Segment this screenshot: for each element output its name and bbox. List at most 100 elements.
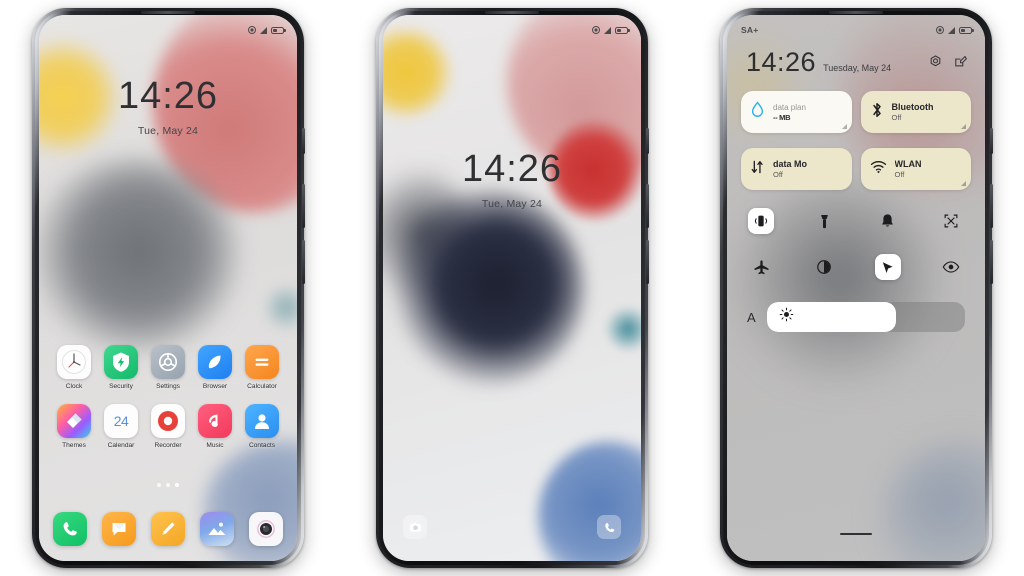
app-label: Security: [109, 383, 133, 390]
phone3-button-volume-up[interactable]: [990, 184, 993, 228]
image-icon[interactable]: [200, 512, 234, 546]
phone1-clock-widget[interactable]: 14:26 Tue, May 24: [39, 77, 297, 137]
phone1-status-bar: [39, 15, 297, 41]
tile-text: WLAN Off: [895, 159, 922, 179]
control-center-time: 14:26: [746, 47, 817, 77]
tile-wlan[interactable]: WLAN Off: [860, 148, 971, 190]
app-security[interactable]: Security: [100, 345, 142, 390]
phone3-earpiece-speaker: [829, 11, 883, 14]
vibrate-icon[interactable]: [748, 208, 774, 234]
brightness-slider-fill: [766, 302, 896, 332]
airplane-icon[interactable]: [748, 254, 774, 280]
reading-mode-eye-icon[interactable]: [938, 254, 964, 280]
pencil-icon[interactable]: [151, 512, 185, 546]
tile-text: data plan -- MB: [773, 103, 806, 122]
control-center-header: 14:26 Tuesday, May 24: [741, 49, 971, 76]
control-center-panel: 14:26 Tuesday, May 24 data plan -- MB Bl…: [727, 15, 985, 561]
wifi-icon: [870, 160, 887, 179]
control-center-date: Tuesday, May 24: [823, 63, 892, 73]
app-label: Clock: [65, 383, 83, 390]
app-calendar[interactable]: 24 Calendar: [100, 404, 142, 449]
tile-title: data Mo: [773, 159, 808, 169]
compass-icon: [198, 345, 232, 379]
toggle-row-2: [741, 254, 971, 280]
bluetooth-icon: [870, 101, 884, 124]
phone2-clock-widget: 14:26 Tue, May 24: [383, 150, 641, 210]
tile-text: data Mo Off: [773, 159, 807, 179]
phone2-lock-shortcuts: [383, 515, 641, 539]
phone-icon[interactable]: [53, 512, 87, 546]
shield-icon: [104, 345, 138, 379]
tile-data-plan[interactable]: data plan -- MB: [741, 91, 852, 133]
control-center-header-actions: [929, 55, 967, 76]
phone2-button-power[interactable]: [646, 128, 649, 154]
app-label: Calculator: [247, 383, 277, 390]
tile-text: Bluetooth Off: [892, 102, 934, 122]
tile-bluetooth[interactable]: Bluetooth Off: [860, 91, 971, 133]
phone1-earpiece-speaker: [141, 11, 195, 14]
control-center-drag-handle[interactable]: [840, 532, 872, 535]
app-contacts[interactable]: Contacts: [241, 404, 283, 449]
wallpaper-blob-teal: [604, 304, 641, 354]
tile-expand-corner[interactable]: [961, 181, 966, 186]
camera-icon[interactable]: [249, 512, 283, 546]
screenshot-icon[interactable]: [938, 208, 964, 234]
signal-icon: [948, 26, 955, 34]
phone1-button-volume-up[interactable]: [302, 184, 305, 228]
phone1-button-power[interactable]: [302, 128, 305, 154]
app-settings[interactable]: Settings: [147, 345, 189, 390]
phone1-button-volume-down[interactable]: [302, 240, 305, 284]
app-browser[interactable]: Browser: [194, 345, 236, 390]
data-arrows-icon: [750, 159, 765, 180]
phone2-button-volume-down[interactable]: [646, 240, 649, 284]
edit-icon[interactable]: [954, 55, 967, 73]
signal-icon: [260, 26, 267, 34]
record-icon: [151, 404, 185, 438]
lockscreen-phone-button[interactable]: [597, 515, 621, 539]
phone3-button-volume-down[interactable]: [990, 240, 993, 284]
flashlight-icon[interactable]: [811, 208, 837, 234]
phone2-button-volume-up[interactable]: [646, 184, 649, 228]
tile-expand-corner[interactable]: [961, 124, 966, 129]
brightness-row: A: [741, 302, 971, 332]
app-clock[interactable]: Clock: [53, 345, 95, 390]
location-icon[interactable]: [874, 254, 901, 280]
page-dot-active[interactable]: [175, 483, 179, 487]
equals-icon: [245, 345, 279, 379]
settings-gear-icon[interactable]: [929, 55, 942, 73]
phone3-button-power[interactable]: [990, 128, 993, 154]
brightness-slider[interactable]: [766, 302, 965, 332]
wallpaper-blob-dark: [39, 156, 241, 354]
app-calculator[interactable]: Calculator: [241, 345, 283, 390]
dark-mode-icon[interactable]: [811, 254, 837, 280]
toggle-row-1: [741, 208, 971, 234]
clock-icon: [57, 345, 91, 379]
tile-expand-corner[interactable]: [841, 124, 847, 129]
page-dot[interactable]: [166, 483, 170, 487]
phone-control-center: SA+ 14:26 Tuesday, May 24 data plan -- M…: [720, 8, 993, 568]
phone2-screen: 14:26 Tue, May 24: [383, 15, 641, 561]
page-dot[interactable]: [157, 483, 161, 487]
app-recorder[interactable]: Recorder: [147, 404, 189, 449]
message-icon[interactable]: [102, 512, 136, 546]
paintbrush-icon: [57, 404, 91, 438]
tile-subtitle: Off: [773, 170, 783, 179]
phone2-wallpaper: [383, 15, 641, 561]
wallpaper-blob-teal: [260, 282, 297, 332]
music-note-icon: [198, 404, 232, 438]
app-row-1: Clock Security Settings Browser Calculat…: [53, 345, 283, 390]
calendar-icon: 24: [104, 404, 138, 438]
app-label: Browser: [202, 383, 228, 390]
app-music[interactable]: Music: [194, 404, 236, 449]
tile-subtitle: -- MB: [773, 112, 791, 122]
phone1-app-grid: Clock Security Settings Browser Calculat…: [39, 345, 297, 463]
lockscreen-camera-button[interactable]: [403, 515, 427, 539]
app-label: Themes: [62, 442, 86, 449]
app-themes[interactable]: Themes: [53, 404, 95, 449]
auto-brightness-label[interactable]: A: [747, 310, 756, 325]
phone2-clock-time: 14:26: [461, 148, 563, 190]
app-label: Calendar: [107, 442, 135, 449]
app-label: Music: [206, 442, 224, 449]
bell-icon[interactable]: [875, 208, 901, 234]
tile-mobile-data[interactable]: data Mo Off: [741, 148, 852, 190]
